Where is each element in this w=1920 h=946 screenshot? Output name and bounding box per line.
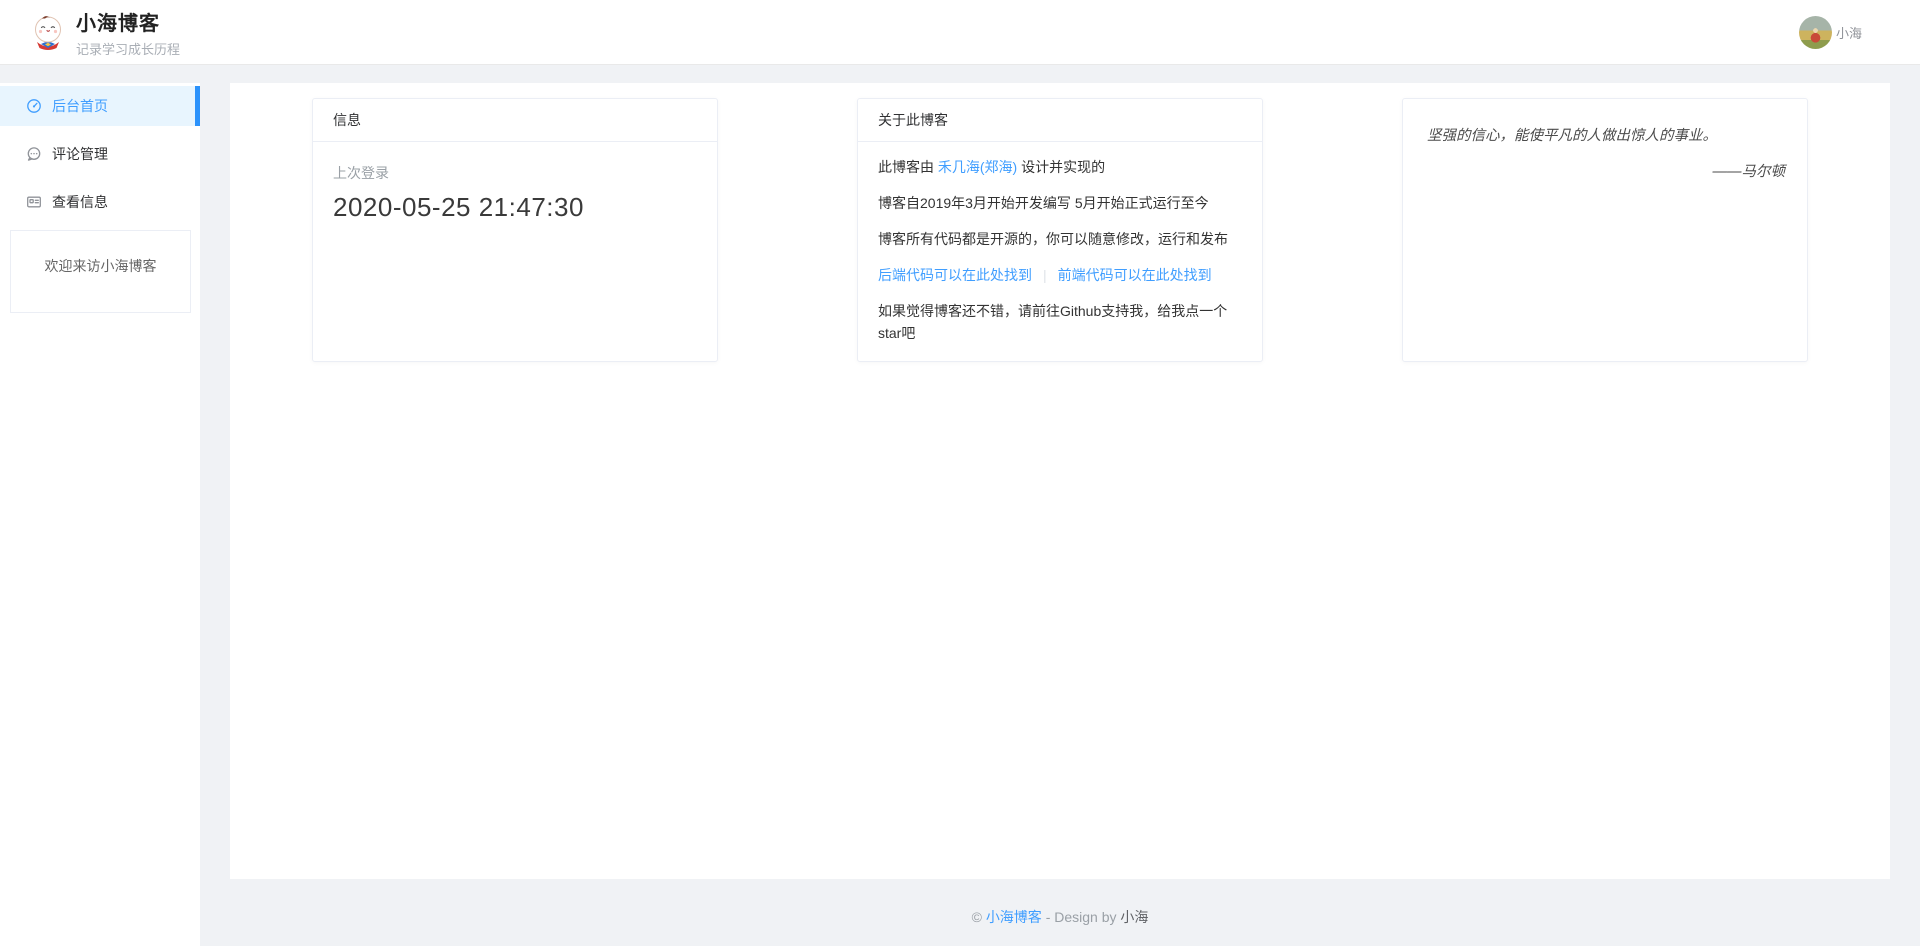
about-line-5: 如果觉得博客还不错，请前往Github支持我，给我点一个star吧 <box>878 300 1242 344</box>
footer-copyright: © <box>972 909 986 925</box>
about-card-title: 关于此博客 <box>878 112 948 128</box>
about-line-2: 博客自2019年3月开始开发编写 5月开始正式运行至今 <box>878 192 1242 214</box>
last-login-label: 上次登录 <box>333 163 697 183</box>
about-links-row: 后端代码可以在此处找到 | 前端代码可以在此处找到 <box>878 264 1242 286</box>
blog-mascot-icon <box>29 38 67 55</box>
sidebar-item-label: 评论管理 <box>52 144 108 164</box>
about-card-body: 此博客由 禾几海(郑海) 设计并实现的 博客自2019年3月开始开发编写 5月开… <box>858 142 1262 362</box>
dashboard-cards-row: 信息 上次登录 2020-05-25 21:47:30 关于此博客 此博客由 禾… <box>230 83 1890 362</box>
main-panel: 信息 上次登录 2020-05-25 21:47:30 关于此博客 此博客由 禾… <box>230 83 1890 879</box>
user-menu[interactable]: 小海 <box>1799 16 1862 49</box>
site-logo[interactable] <box>29 13 67 51</box>
sidebar-item-label: 后台首页 <box>52 96 108 116</box>
site-subtitle: 记录学习成长历程 <box>76 39 180 58</box>
user-avatar[interactable] <box>1799 16 1832 49</box>
sidebar-menu: 后台首页 评论管理 查看信息 <box>0 83 200 222</box>
info-card: 信息 上次登录 2020-05-25 21:47:30 <box>312 98 718 362</box>
quote-card: 坚强的信心，能使平凡的人做出惊人的事业。 ——马尔顿 <box>1402 98 1808 362</box>
username-label: 小海 <box>1836 23 1862 42</box>
page-footer: © 小海博客 - Design by 小海 <box>200 907 1920 927</box>
about-line1-suffix: 设计并实现的 <box>1017 159 1105 175</box>
info-card-title: 信息 <box>333 112 361 128</box>
about-card: 关于此博客 此博客由 禾几海(郑海) 设计并实现的 博客自2019年3月开始开发… <box>857 98 1263 362</box>
welcome-text: 欢迎来访小海博客 <box>45 258 157 274</box>
about-line-3: 博客所有代码都是开源的，你可以随意修改，运行和发布 <box>878 228 1242 250</box>
sidebar-item-label: 查看信息 <box>52 192 108 212</box>
footer-separator: - Design by <box>1042 909 1121 925</box>
site-title-block: 小海博客 记录学习成长历程 <box>76 11 180 58</box>
about-line-1: 此博客由 禾几海(郑海) 设计并实现的 <box>878 156 1242 178</box>
info-card-icon <box>26 194 42 210</box>
dashboard-icon <box>26 98 42 114</box>
site-title: 小海博客 <box>76 11 180 37</box>
sidebar: 后台首页 评论管理 查看信息 <box>0 83 200 946</box>
about-card-header: 关于此博客 <box>858 99 1262 142</box>
quote-author: ——马尔顿 <box>1427 160 1785 181</box>
last-login-value: 2020-05-25 21:47:30 <box>333 192 697 223</box>
sidebar-item-dashboard[interactable]: 后台首页 <box>0 86 200 126</box>
app-header: 小海博客 记录学习成长历程 小海 <box>0 0 1920 65</box>
quote-card-body: 坚强的信心，能使平凡的人做出惊人的事业。 ——马尔顿 <box>1403 99 1807 181</box>
info-card-header: 信息 <box>313 99 717 142</box>
author-link[interactable]: 禾几海(郑海) <box>938 159 1017 175</box>
about-line1-prefix: 此博客由 <box>878 159 938 175</box>
info-card-body: 上次登录 2020-05-25 21:47:30 <box>313 142 717 236</box>
frontend-code-link[interactable]: 前端代码可以在此处找到 <box>1058 267 1212 283</box>
comments-icon <box>26 146 42 162</box>
footer-site-link[interactable]: 小海博客 <box>986 909 1042 925</box>
sidebar-item-view-info[interactable]: 查看信息 <box>0 182 200 222</box>
link-divider: | <box>1043 267 1047 283</box>
sidebar-item-comments[interactable]: 评论管理 <box>0 134 200 174</box>
backend-code-link[interactable]: 后端代码可以在此处找到 <box>878 267 1032 283</box>
quote-text: 坚强的信心，能使平凡的人做出惊人的事业。 <box>1427 125 1785 147</box>
footer-author: 小海 <box>1120 909 1148 925</box>
welcome-box: 欢迎来访小海博客 <box>10 230 191 313</box>
